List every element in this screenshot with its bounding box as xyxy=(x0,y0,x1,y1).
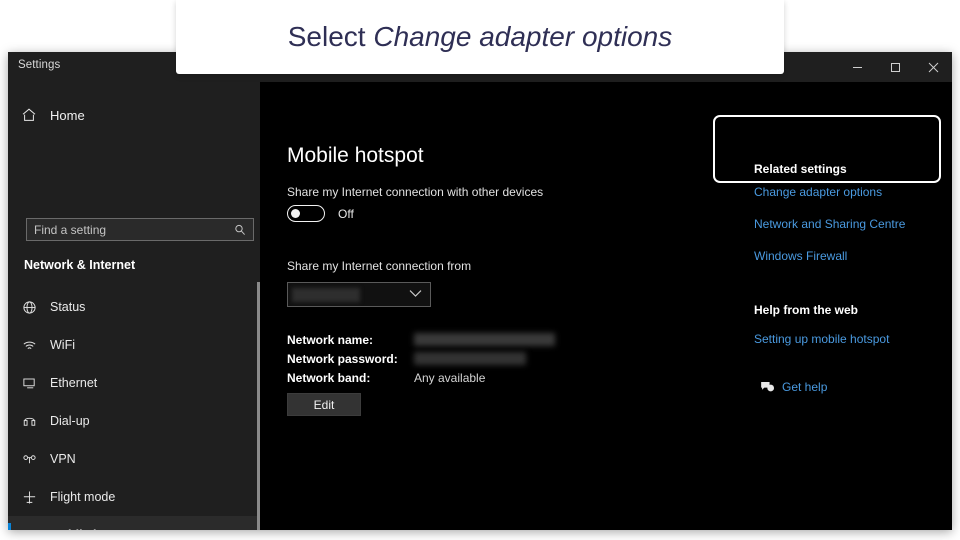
network-band-value: Any available xyxy=(414,370,486,385)
sidebar-item-vpn-label: VPN xyxy=(50,452,76,466)
sidebar-item-home-label: Home xyxy=(50,107,85,123)
vpn-icon xyxy=(8,452,50,467)
wifi-icon xyxy=(8,338,50,353)
sidebar-item-wifi-label: WiFi xyxy=(50,338,75,352)
edit-button[interactable]: Edit xyxy=(287,393,361,416)
sidebar-item-home[interactable]: Home xyxy=(8,98,260,132)
related-settings-rail: Related settings Change adapter options … xyxy=(745,82,952,530)
hotspot-info-table: Network name: Network password: Network … xyxy=(287,330,555,387)
sidebar-item-mobile-hotspot-label: Mobile hotspot xyxy=(50,528,139,530)
globe-icon xyxy=(8,300,50,315)
instruction-banner: Select Change adapter options xyxy=(176,0,784,74)
sidebar-item-ethernet[interactable]: Ethernet xyxy=(8,364,260,402)
close-icon[interactable] xyxy=(914,52,952,82)
network-password-value-redacted xyxy=(414,352,526,365)
share-from-value-redacted xyxy=(292,287,360,302)
sidebar-item-flight-mode[interactable]: Flight mode xyxy=(8,478,260,516)
share-from-dropdown[interactable] xyxy=(287,282,431,307)
help-bubble-icon: ? xyxy=(752,380,782,394)
search-input[interactable]: Find a setting xyxy=(26,218,254,241)
airplane-icon xyxy=(8,490,50,505)
instruction-prefix: Select xyxy=(287,21,374,52)
network-name-value-redacted xyxy=(414,333,555,346)
settings-window: Settings Home Find a setting Network & I… xyxy=(8,52,952,530)
share-connection-toggle-row: Off xyxy=(287,205,354,222)
sidebar-item-status-label: Status xyxy=(50,300,86,314)
share-from-label: Share my Internet connection from xyxy=(287,259,472,273)
settings-sidebar: Home Find a setting Network & Internet S… xyxy=(8,82,260,530)
sidebar-item-flight-mode-label: Flight mode xyxy=(50,490,116,504)
get-help-label: Get help xyxy=(782,380,828,394)
share-connection-label: Share my Internet connection with other … xyxy=(287,185,544,199)
sidebar-item-wifi[interactable]: WiFi xyxy=(8,326,260,364)
link-setting-up-mobile-hotspot[interactable]: Setting up mobile hotspot xyxy=(754,332,889,346)
sidebar-category-title: Network & Internet xyxy=(24,258,136,272)
sidebar-nav-list: Status WiFi Ethernet Dial-up VPN Flight … xyxy=(8,288,260,530)
screenshot-root: Settings Home Find a setting Network & I… xyxy=(0,0,960,540)
info-row-network-band: Network band: Any available xyxy=(287,368,555,387)
info-row-network-password: Network password: xyxy=(287,349,555,368)
sidebar-item-mobile-hotspot[interactable]: Mobile hotspot xyxy=(8,516,260,530)
hotspot-icon xyxy=(8,528,50,530)
page-title: Mobile hotspot xyxy=(287,144,424,167)
related-settings-heading: Related settings xyxy=(754,162,847,176)
sidebar-item-ethernet-label: Ethernet xyxy=(50,376,98,390)
instruction-banner-text: Select Change adapter options xyxy=(288,21,673,53)
sidebar-item-vpn[interactable]: VPN xyxy=(8,440,260,478)
toggle-state-label: Off xyxy=(338,206,354,221)
home-icon xyxy=(8,107,50,123)
info-key: Network name: xyxy=(287,332,374,347)
ethernet-icon xyxy=(8,376,50,391)
info-key: Network password: xyxy=(287,351,398,366)
maximize-icon[interactable] xyxy=(876,52,914,82)
dialup-icon xyxy=(8,414,50,429)
link-network-and-sharing-centre[interactable]: Network and Sharing Centre xyxy=(754,217,905,231)
chevron-down-icon[interactable] xyxy=(409,289,422,298)
window-controls xyxy=(838,52,952,82)
info-key: Network band: xyxy=(287,370,371,385)
sidebar-item-status[interactable]: Status xyxy=(8,288,260,326)
link-windows-firewall[interactable]: Windows Firewall xyxy=(754,249,847,263)
share-connection-toggle[interactable] xyxy=(287,205,325,222)
svg-text:?: ? xyxy=(769,386,772,391)
toggle-knob xyxy=(291,209,300,218)
get-help-link[interactable]: ? Get help xyxy=(752,380,827,394)
help-from-web-heading: Help from the web xyxy=(754,303,859,317)
sidebar-item-dialup-label: Dial-up xyxy=(50,414,90,428)
info-row-network-name: Network name: xyxy=(287,330,555,349)
window-title: Settings xyxy=(18,59,61,71)
minimize-icon[interactable] xyxy=(838,52,876,82)
sidebar-item-dialup[interactable]: Dial-up xyxy=(8,402,260,440)
search-icon[interactable] xyxy=(234,224,253,236)
settings-content-pane: Mobile hotspot Share my Internet connect… xyxy=(260,82,952,530)
link-change-adapter-options[interactable]: Change adapter options xyxy=(754,185,882,199)
instruction-emphasis: Change adapter options xyxy=(373,21,673,52)
search-placeholder: Find a setting xyxy=(34,222,107,237)
